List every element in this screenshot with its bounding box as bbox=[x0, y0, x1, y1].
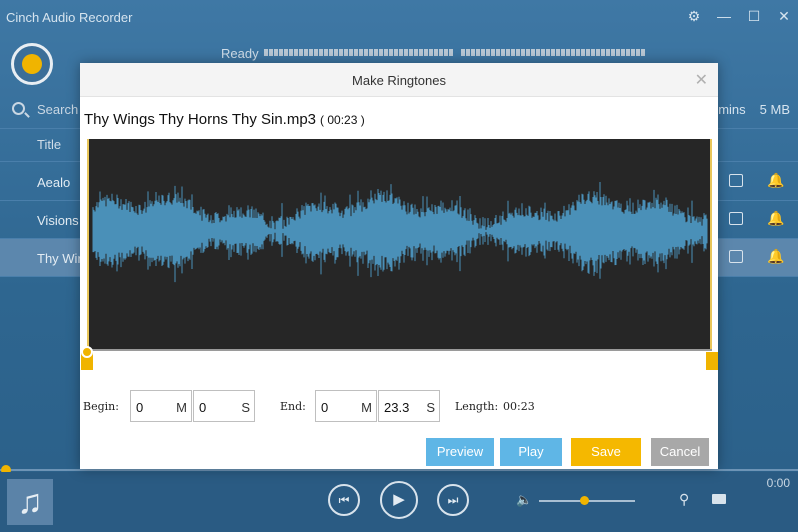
begin-seconds-unit: S bbox=[241, 400, 250, 415]
file-name: Thy Wings Thy Horns Thy Sin.mp3 bbox=[84, 111, 317, 128]
end-seconds-input[interactable]: 23.3 S bbox=[378, 390, 440, 422]
dialog-close-icon[interactable]: ✕ bbox=[695, 70, 708, 90]
previous-icon: ⏮ bbox=[338, 493, 350, 507]
begin-minutes-value: 0 bbox=[136, 400, 144, 415]
music-note-icon[interactable]: ♫ bbox=[7, 479, 53, 525]
end-handle[interactable] bbox=[706, 346, 718, 370]
waveform bbox=[92, 182, 708, 283]
dialog-title: Make Ringtones bbox=[352, 73, 446, 88]
search-icon[interactable] bbox=[12, 102, 25, 115]
bell-icon[interactable]: 🔔 bbox=[767, 210, 784, 227]
search-input[interactable]: Search bbox=[37, 102, 78, 117]
volume-icon[interactable]: 🔈 bbox=[516, 492, 532, 508]
settings-icon[interactable]: ⚙ bbox=[686, 8, 702, 25]
file-info: Thy Wings Thy Horns Thy Sin.mp3( 00:23 ) bbox=[84, 111, 365, 128]
selection-range-track[interactable] bbox=[92, 349, 712, 351]
begin-seconds-value: 0 bbox=[199, 400, 207, 415]
level-meter-left bbox=[264, 44, 454, 74]
size-stat: 5 MB bbox=[759, 102, 790, 117]
app-title: Cinch Audio Recorder bbox=[6, 10, 133, 25]
window-controls: ⚙ — ☐ ✕ bbox=[686, 8, 792, 25]
bell-icon[interactable]: 🔔 bbox=[767, 172, 784, 189]
edit-icon[interactable] bbox=[729, 212, 743, 225]
playback-progress-track[interactable] bbox=[0, 469, 798, 471]
end-minutes-unit: M bbox=[361, 400, 372, 415]
status-text: Ready bbox=[221, 46, 259, 61]
edit-icon[interactable] bbox=[729, 174, 743, 187]
time-readout: 0:00 bbox=[766, 476, 790, 490]
close-icon[interactable]: ✕ bbox=[776, 8, 792, 25]
edit-icon[interactable] bbox=[729, 250, 743, 263]
previous-button[interactable]: ⏮ bbox=[328, 484, 360, 516]
begin-label: Begin: bbox=[83, 400, 119, 413]
length-label: Length: bbox=[455, 400, 499, 413]
play-button[interactable]: Play bbox=[500, 438, 562, 466]
bell-icon[interactable]: 🔔 bbox=[767, 248, 784, 265]
begin-seconds-input[interactable]: 0S bbox=[193, 390, 255, 422]
cancel-button[interactable]: Cancel bbox=[651, 438, 709, 466]
preview-button[interactable]: Preview bbox=[426, 438, 494, 466]
next-icon: ⏭ bbox=[447, 493, 459, 507]
library-stats: mins 5 MB bbox=[718, 102, 790, 117]
minimize-icon[interactable]: — bbox=[716, 8, 732, 25]
file-duration: ( 00:23 ) bbox=[320, 113, 365, 127]
end-label: End: bbox=[280, 400, 306, 413]
begin-minutes-input[interactable]: 0M bbox=[130, 390, 192, 422]
level-meter-right bbox=[461, 44, 649, 74]
end-minutes-value: 0 bbox=[321, 400, 329, 415]
next-button[interactable]: ⏭ bbox=[437, 484, 469, 516]
end-seconds-unit: S bbox=[426, 400, 435, 415]
waveform-view[interactable] bbox=[87, 139, 712, 349]
title-bar: Cinch Audio Recorder ⚙ — ☐ ✕ bbox=[0, 0, 798, 36]
end-seconds-value: 23.3 bbox=[384, 400, 410, 415]
play-icon: ▶ bbox=[393, 491, 405, 508]
filter-icon[interactable]: ⚲ bbox=[679, 491, 689, 508]
track-title: Thy Wir bbox=[37, 251, 82, 266]
trim-fields: Begin: 0M 0S End: 0M 23.3 S Length: 00:23 bbox=[80, 390, 718, 422]
record-icon bbox=[22, 54, 42, 74]
save-button[interactable]: Save bbox=[571, 438, 641, 466]
track-title: Aealo bbox=[37, 175, 71, 190]
record-button[interactable] bbox=[11, 43, 53, 85]
play-button[interactable]: ▶ bbox=[380, 481, 418, 519]
maximize-icon[interactable]: ☐ bbox=[746, 8, 762, 25]
begin-minutes-unit: M bbox=[176, 400, 187, 415]
minutes-stat: mins bbox=[718, 102, 746, 117]
make-ringtones-dialog: Make Ringtones ✕ Thy Wings Thy Horns Thy… bbox=[80, 63, 718, 469]
title-column-header: Title bbox=[37, 137, 62, 152]
folder-icon[interactable] bbox=[712, 494, 726, 504]
length-value: 00:23 bbox=[503, 400, 535, 413]
begin-handle[interactable] bbox=[81, 346, 93, 370]
track-title: Visions bbox=[37, 213, 79, 228]
end-minutes-input[interactable]: 0M bbox=[315, 390, 377, 422]
dialog-header: Make Ringtones ✕ bbox=[80, 63, 718, 97]
